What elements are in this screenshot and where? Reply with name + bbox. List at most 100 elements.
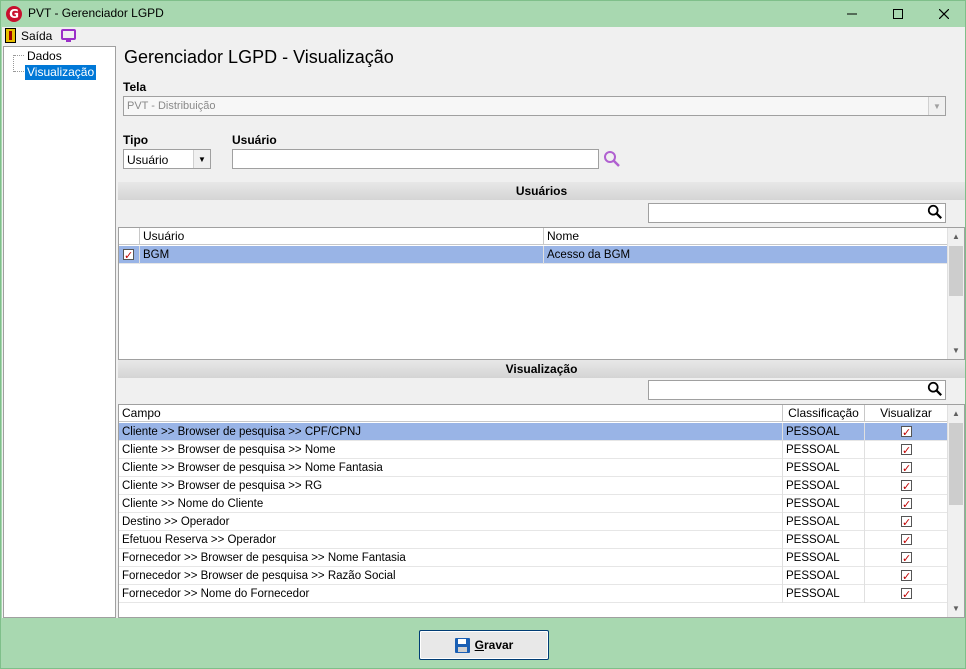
maximize-button[interactable] — [875, 1, 921, 27]
save-button[interactable]: Gravar — [419, 630, 549, 660]
chevron-down-icon: ▼ — [193, 150, 210, 168]
cell-classificacao: PESSOAL — [783, 495, 865, 513]
exit-door-icon — [5, 28, 16, 43]
app-logo-icon: G — [6, 6, 22, 22]
visualizacao-grid: Campo Classificação Visualizar Cliente >… — [118, 404, 965, 618]
table-row[interactable]: Cliente >> Nome do Cliente PESSOAL — [119, 495, 948, 513]
table-row[interactable]: Destino >> Operador PESSOAL — [119, 513, 948, 531]
tipo-select-value: Usuário — [127, 153, 169, 167]
cell-classificacao: PESSOAL — [783, 459, 865, 477]
table-row[interactable]: Fornecedor >> Nome do Fornecedor PESSOAL — [119, 585, 948, 603]
visualizacao-search-input[interactable] — [648, 380, 946, 400]
navigation-tree: Dados Visualização — [3, 46, 116, 618]
visualizacao-scrollbar[interactable]: ▲ ▼ — [947, 405, 964, 617]
tela-select[interactable]: PVT - Distribuição ▼ — [123, 96, 946, 116]
scroll-thumb[interactable] — [949, 423, 963, 505]
cell-classificacao: PESSOAL — [783, 441, 865, 459]
scroll-up-icon[interactable]: ▲ — [948, 228, 964, 245]
tree-item-dados[interactable]: Dados — [25, 49, 64, 64]
cell-visualizar — [865, 477, 948, 495]
cell-campo: Cliente >> Nome do Cliente — [119, 495, 783, 513]
column-header-classificacao[interactable]: Classificação — [783, 405, 865, 422]
cell-campo: Destino >> Operador — [119, 513, 783, 531]
cell-visualizar — [865, 459, 948, 477]
tipo-select[interactable]: Usuário ▼ — [123, 149, 211, 169]
table-row[interactable]: BGM Acesso da BGM — [119, 246, 948, 264]
visualizar-checkbox[interactable] — [901, 550, 912, 567]
visualizar-checkbox[interactable] — [901, 496, 912, 513]
row-checkbox[interactable] — [123, 247, 134, 264]
search-icon[interactable] — [927, 381, 943, 397]
table-row[interactable]: Cliente >> Browser de pesquisa >> Nome PE… — [119, 441, 948, 459]
visualizar-checkbox[interactable] — [901, 568, 912, 585]
visualizar-checkbox[interactable] — [901, 442, 912, 459]
cell-campo: Cliente >> Browser de pesquisa >> RG — [119, 477, 783, 495]
page-title: Gerenciador LGPD - Visualização — [124, 47, 394, 67]
usuario-input[interactable] — [232, 149, 599, 169]
exit-label: Saída — [21, 29, 53, 43]
table-row[interactable]: Efetuou Reserva >> Operador PESSOAL — [119, 531, 948, 549]
search-icon[interactable] — [927, 204, 943, 220]
search-icon[interactable] — [603, 150, 621, 168]
close-button[interactable] — [921, 1, 966, 27]
column-header-check — [119, 228, 140, 245]
table-row[interactable]: Fornecedor >> Browser de pesquisa >> Raz… — [119, 567, 948, 585]
visualizacao-section-header: Visualização — [118, 360, 965, 378]
table-row[interactable]: Cliente >> Browser de pesquisa >> CPF/CP… — [119, 423, 948, 441]
cell-visualizar — [865, 585, 948, 603]
cell-classificacao: PESSOAL — [783, 513, 865, 531]
visualizar-checkbox[interactable] — [901, 586, 912, 603]
column-header-campo[interactable]: Campo — [119, 405, 783, 422]
cell-classificacao: PESSOAL — [783, 585, 865, 603]
chevron-down-icon: ▼ — [928, 97, 945, 115]
column-header-visualizar[interactable]: Visualizar — [865, 405, 948, 422]
minimize-button[interactable] — [829, 1, 875, 27]
toolbar: Saída — [2, 27, 965, 45]
cell-classificacao: PESSOAL — [783, 549, 865, 567]
usuario-label: Usuário — [232, 133, 277, 147]
cell-visualizar — [865, 441, 948, 459]
cell-usuario: BGM — [140, 246, 544, 264]
cell-classificacao: PESSOAL — [783, 531, 865, 549]
usuarios-scrollbar[interactable]: ▲ ▼ — [947, 228, 964, 359]
visualizar-checkbox[interactable] — [901, 532, 912, 549]
cell-classificacao: PESSOAL — [783, 567, 865, 585]
cell-campo: Cliente >> Browser de pesquisa >> Nome — [119, 441, 783, 459]
cell-campo: Fornecedor >> Browser de pesquisa >> Nom… — [119, 549, 783, 567]
cell-campo: Efetuou Reserva >> Operador — [119, 531, 783, 549]
visualizar-checkbox[interactable] — [901, 460, 912, 477]
cell-visualizar — [865, 495, 948, 513]
column-header-nome[interactable]: Nome — [544, 228, 948, 245]
cell-campo: Fornecedor >> Browser de pesquisa >> Raz… — [119, 567, 783, 585]
close-icon — [939, 9, 949, 19]
scroll-thumb[interactable] — [949, 246, 963, 296]
visualizar-checkbox[interactable] — [901, 478, 912, 495]
cell-nome: Acesso da BGM — [544, 246, 948, 264]
tela-label: Tela — [123, 80, 147, 94]
usuarios-section-header: Usuários — [118, 182, 965, 200]
row-check-cell — [119, 246, 140, 264]
cell-visualizar — [865, 531, 948, 549]
scroll-down-icon[interactable]: ▼ — [948, 600, 964, 617]
scroll-up-icon[interactable]: ▲ — [948, 405, 964, 422]
monitor-icon[interactable] — [61, 29, 76, 42]
table-row[interactable]: Fornecedor >> Browser de pesquisa >> Nom… — [119, 549, 948, 567]
save-button-label: ravar — [483, 638, 514, 652]
table-row[interactable]: Cliente >> Browser de pesquisa >> RG PESS… — [119, 477, 948, 495]
tree-item-visualizacao[interactable]: Visualização — [25, 65, 97, 80]
tree-connector — [14, 71, 24, 72]
cell-classificacao: PESSOAL — [783, 423, 865, 441]
window-title: PVT - Gerenciador LGPD — [28, 6, 164, 20]
cell-visualizar — [865, 567, 948, 585]
title-bar[interactable]: G PVT - Gerenciador LGPD — [1, 1, 965, 27]
visualizar-checkbox[interactable] — [901, 424, 912, 441]
usuarios-search-input[interactable] — [648, 203, 946, 223]
visualizacao-grid-header: Campo Classificação Visualizar — [119, 405, 948, 422]
column-header-usuario[interactable]: Usuário — [140, 228, 544, 245]
cell-campo: Cliente >> Browser de pesquisa >> Nome F… — [119, 459, 783, 477]
save-button-mnemonic: G — [474, 638, 484, 652]
table-row[interactable]: Cliente >> Browser de pesquisa >> Nome F… — [119, 459, 948, 477]
cell-visualizar — [865, 423, 948, 441]
scroll-down-icon[interactable]: ▼ — [948, 342, 964, 359]
visualizar-checkbox[interactable] — [901, 514, 912, 531]
